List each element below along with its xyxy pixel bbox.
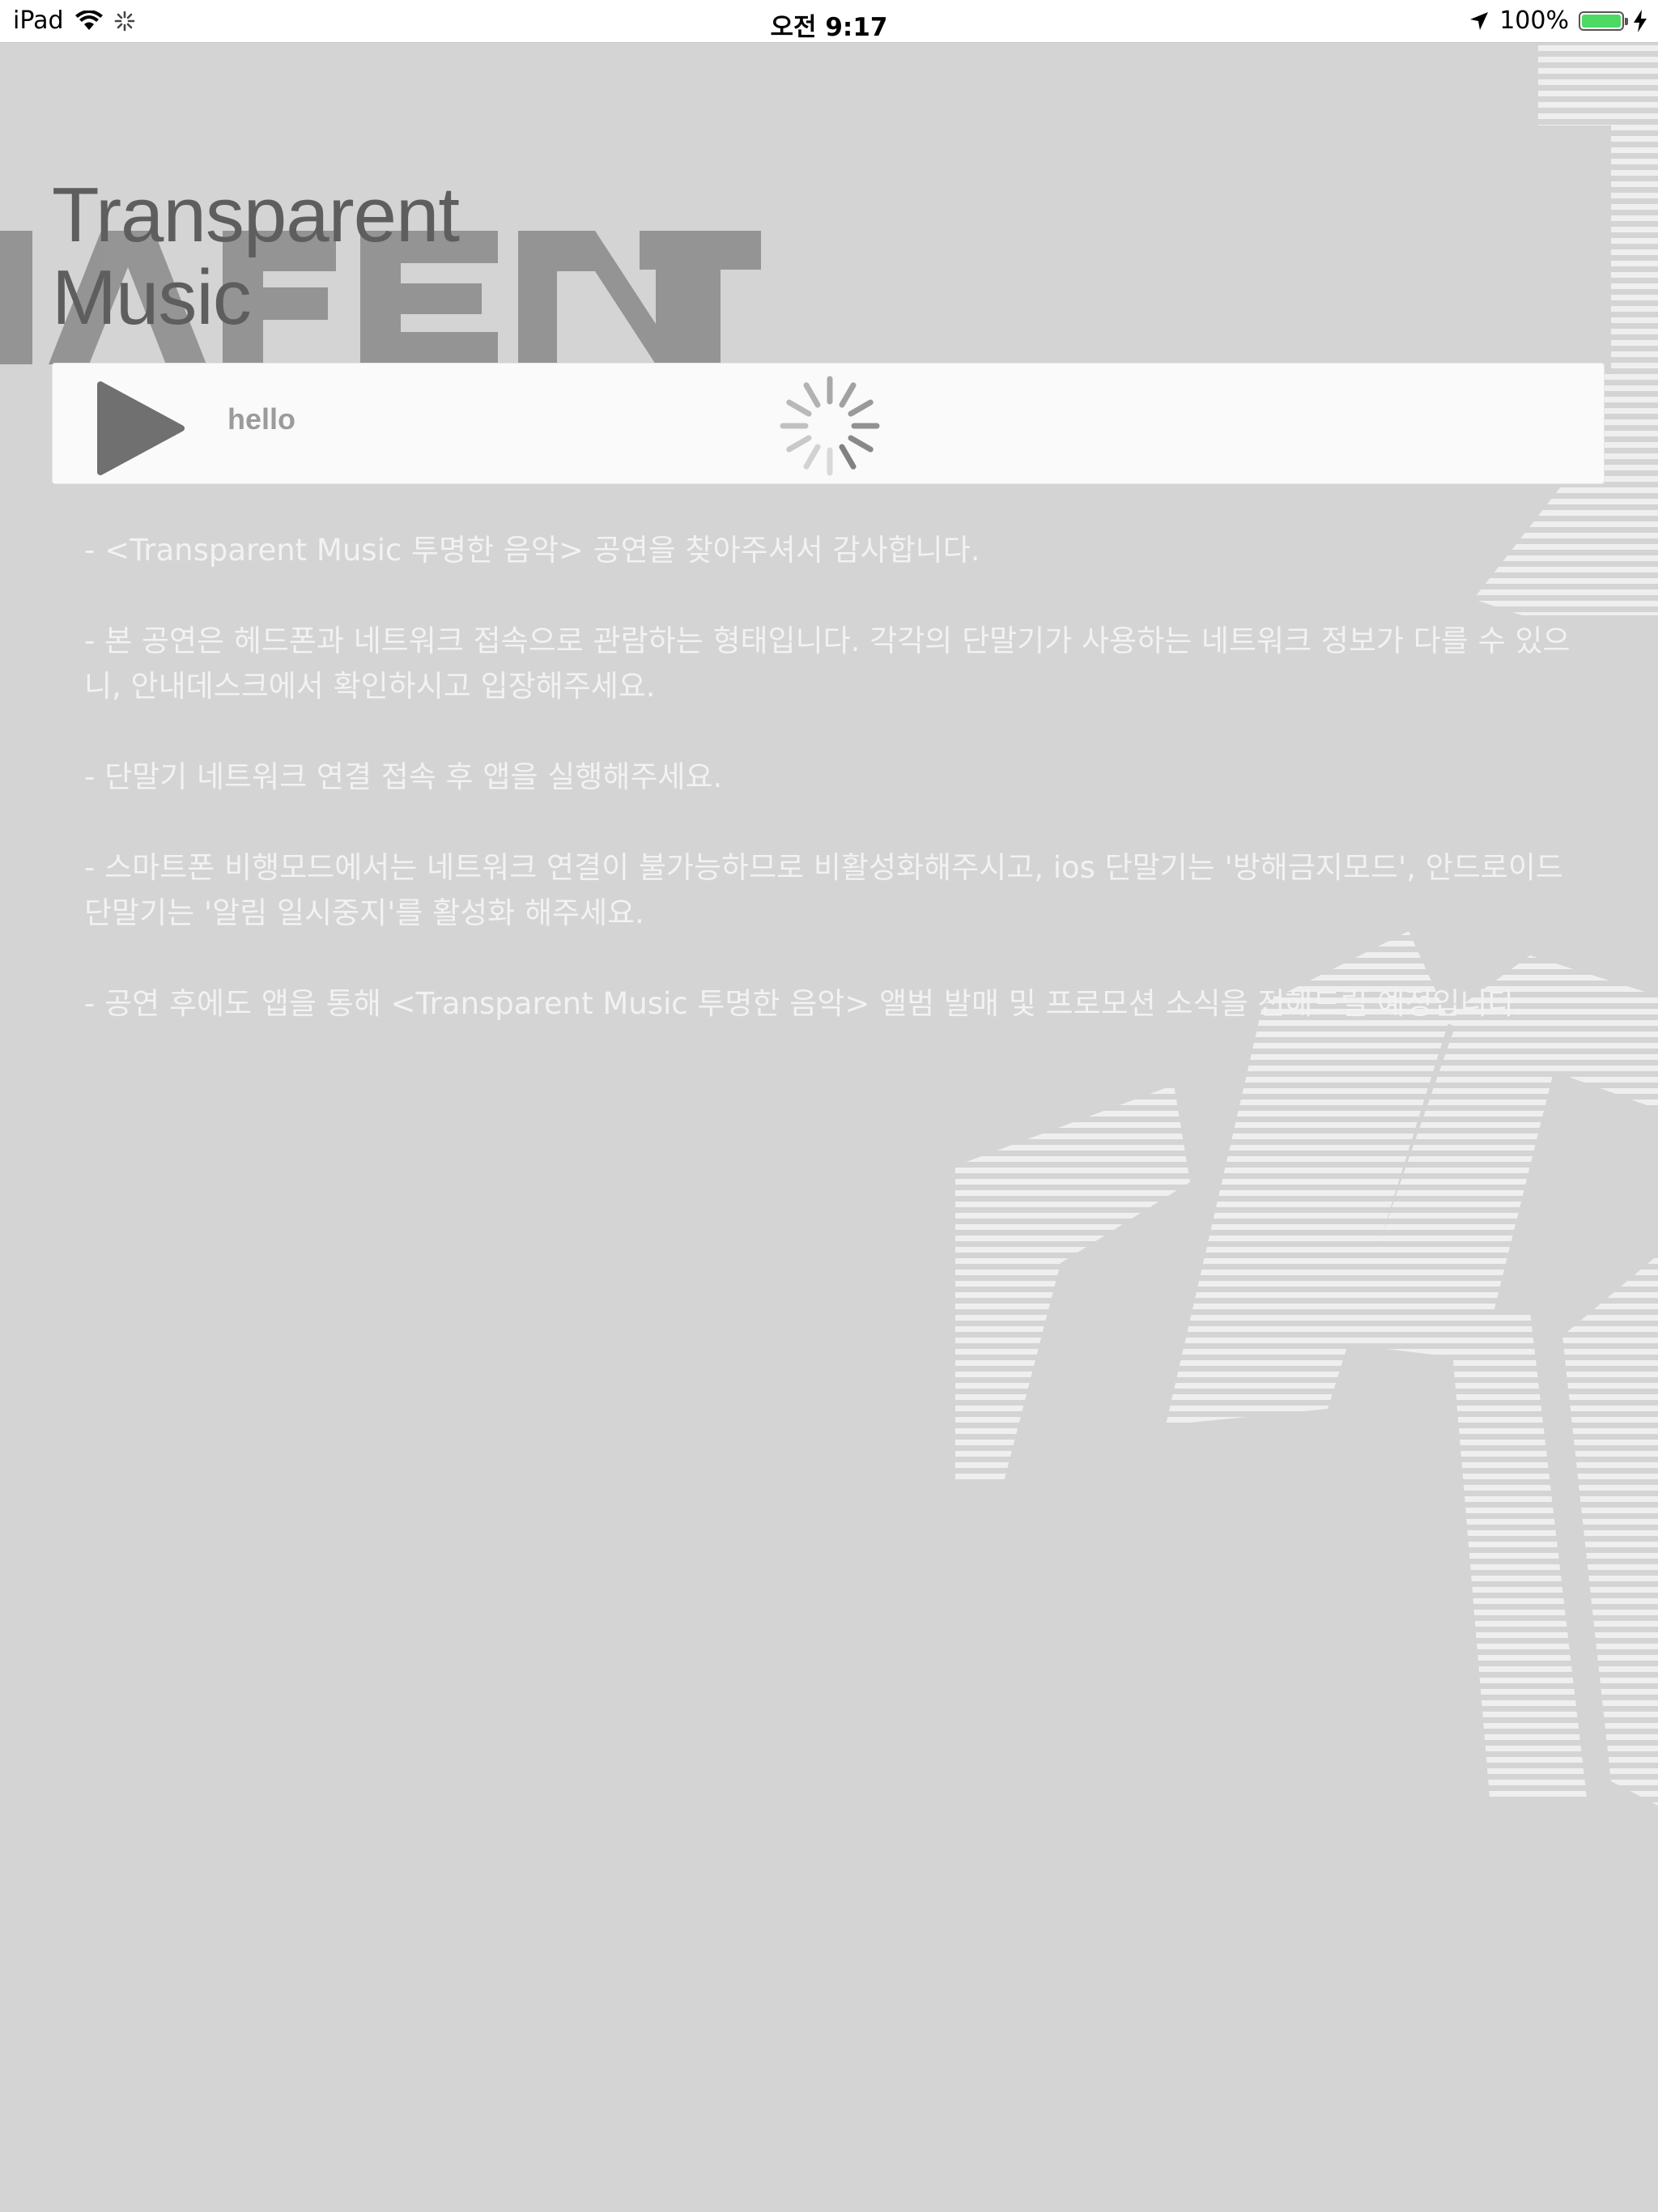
spinner-spoke bbox=[848, 399, 874, 417]
play-icon[interactable] bbox=[97, 380, 188, 477]
activity-spinner-icon bbox=[780, 376, 880, 476]
track-title: hello bbox=[227, 402, 296, 436]
app-title: Transparent Music bbox=[52, 172, 460, 341]
spinner-spoke bbox=[839, 382, 857, 408]
notice-paragraph: - 스마트폰 비행모드에서는 네트워크 연결이 불가능하므로 비활성화해주시고,… bbox=[84, 850, 1563, 930]
audio-player: hello bbox=[52, 363, 1605, 484]
spinner-spoke bbox=[786, 399, 812, 417]
notice-paragraph: - 공연 후에도 앱을 통해 <Transparent Music 투명한 음악… bbox=[84, 986, 1525, 1021]
app-title-line2: Music bbox=[52, 254, 252, 341]
notice-text: - <Transparent Music 투명한 음악> 공연을 찾아주셔서 감… bbox=[84, 528, 1590, 1072]
spinner-spoke bbox=[848, 435, 874, 453]
spinner-spoke bbox=[786, 435, 812, 453]
spinner-spoke bbox=[803, 382, 821, 408]
notice-paragraph: - <Transparent Music 투명한 음악> 공연을 찾아주셔서 감… bbox=[84, 533, 980, 568]
spinner-spoke bbox=[803, 444, 821, 470]
app-title-line1: Transparent bbox=[52, 172, 460, 258]
notice-paragraph: - 단말기 네트워크 연결 접속 후 앱을 실행해주세요. bbox=[84, 759, 723, 794]
notice-paragraph: - 본 공연은 헤드폰과 네트워크 접속으로 관람하는 형태입니다. 각각의 단… bbox=[84, 623, 1571, 704]
spinner-spoke bbox=[839, 444, 857, 470]
